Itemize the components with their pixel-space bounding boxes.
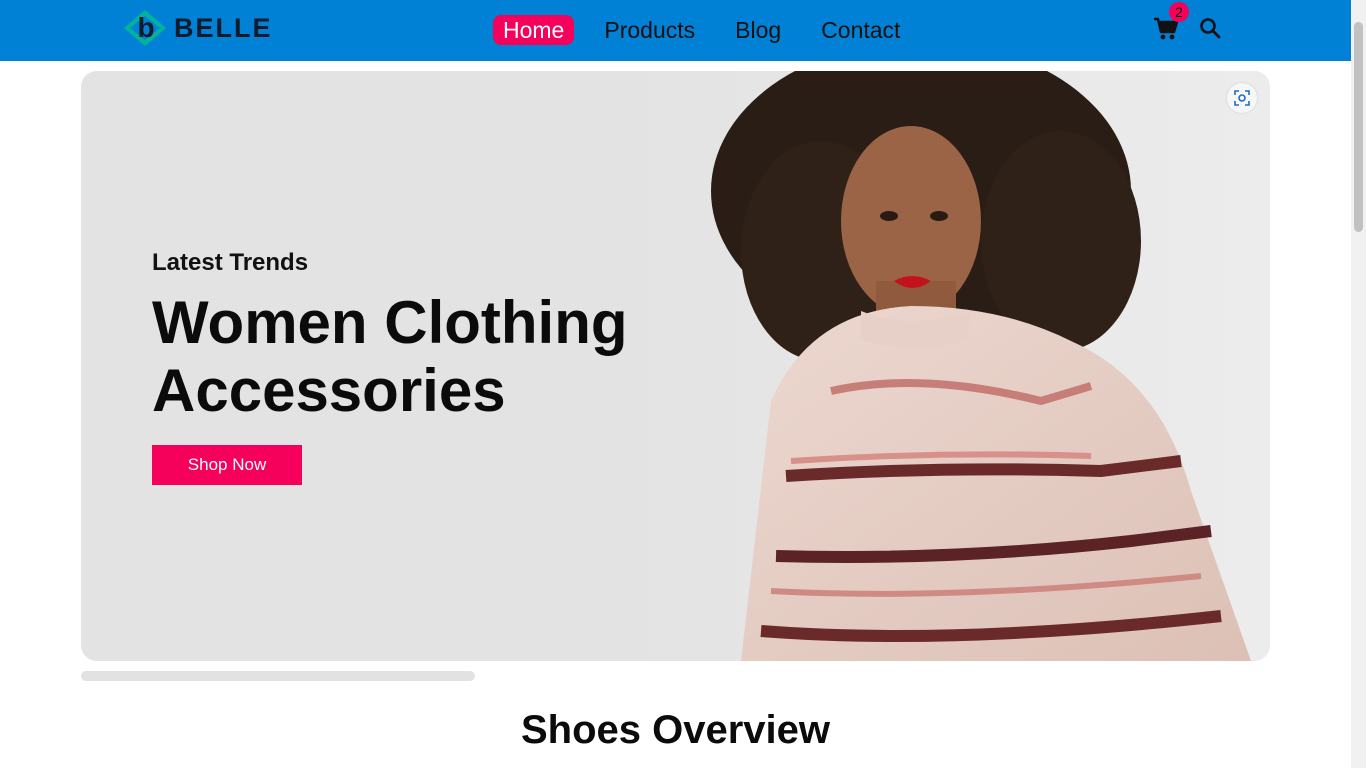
search-button[interactable] [1198, 16, 1222, 40]
page-scrollbar[interactable] [1351, 0, 1366, 768]
site-header: b BELLE Home Products Blog Contact 2 [0, 0, 1351, 61]
hero-title-line-1: Women Clothing [152, 289, 628, 356]
section-title: Shoes Overview [520, 708, 831, 752]
cart-button[interactable]: 2 [1153, 2, 1189, 44]
nav-item-home[interactable]: Home [493, 15, 575, 45]
svg-text:b: b [137, 12, 154, 43]
page: b BELLE Home Products Blog Contact 2 Lat… [0, 0, 1366, 768]
nav-item-blog[interactable]: Blog [725, 15, 791, 45]
cart-count-badge: 2 [1169, 2, 1189, 22]
shop-now-button[interactable]: Shop Now [152, 445, 302, 485]
visual-search-button[interactable] [1227, 83, 1257, 113]
hero-model-image [621, 71, 1270, 661]
brand-logo[interactable]: b BELLE [122, 8, 273, 48]
visual-search-icon [1234, 90, 1250, 106]
hero-eyebrow: Latest Trends [152, 249, 309, 276]
main-nav: Home Products Blog Contact [493, 15, 930, 45]
hero-banner: Latest Trends Women Clothing Accessories… [81, 71, 1270, 661]
belle-logo-mark-icon: b [124, 10, 166, 46]
brand-name: BELLE [174, 12, 273, 43]
nav-item-products[interactable]: Products [594, 15, 705, 45]
search-icon [1200, 18, 1221, 39]
nav-item-contact[interactable]: Contact [811, 15, 910, 45]
hero-title-line-2: Accessories [152, 357, 506, 424]
carousel-scrollbar[interactable] [81, 671, 475, 681]
hero-title: Women Clothing Accessories [152, 289, 672, 425]
hero-content: Latest Trends Women Clothing Accessories… [152, 249, 672, 485]
scrollbar-thumb[interactable] [1354, 22, 1363, 232]
